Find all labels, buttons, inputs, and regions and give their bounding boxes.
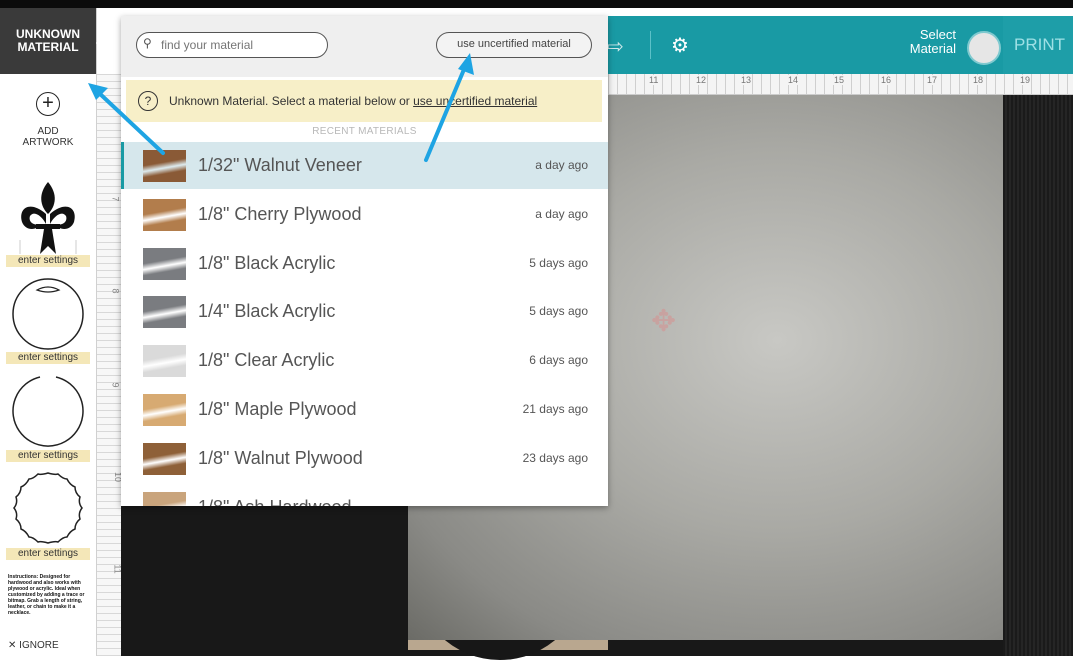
enter-settings-1[interactable]: enter settings <box>6 255 90 267</box>
material-last-used: a day ago <box>535 158 588 172</box>
notice-message: Unknown Material. Select a material belo… <box>169 94 414 108</box>
ruler-left-label: 8 <box>110 288 121 294</box>
material-name: 1/8" Walnut Plywood <box>198 448 363 468</box>
add-artwork-label-1: ADD <box>37 126 59 137</box>
scalloped-circle-icon <box>13 472 83 544</box>
question-icon: ? <box>138 91 158 111</box>
material-row[interactable]: 1/8" Walnut Plywood 23 days ago <box>121 435 608 482</box>
material-row[interactable]: 1/32" Walnut Veneer a day ago <box>121 142 608 189</box>
toolbar-divider <box>650 31 651 59</box>
material-swatch <box>143 345 186 377</box>
plus-circle-icon: + <box>36 92 60 116</box>
gear-icon[interactable]: ⚙ <box>671 33 689 58</box>
material-last-used: 6 days ago <box>529 353 588 367</box>
material-row[interactable]: 1/8" Black Acrylic 5 days ago <box>121 240 608 287</box>
ruler-top-label: 18 <box>972 75 985 85</box>
artwork-thumb-fleur[interactable] <box>6 174 90 262</box>
ruler-top-label: 17 <box>926 75 939 85</box>
laser-crosshair-icon: ✥ <box>651 305 677 338</box>
material-swatch <box>143 296 186 328</box>
material-swatch <box>143 248 186 280</box>
material-swatch <box>143 492 186 506</box>
ruler-left-label: 9 <box>110 382 121 388</box>
artwork-thumb-circle-slot[interactable] <box>6 270 90 358</box>
artwork-thumb-circle[interactable] <box>6 367 90 455</box>
material-row[interactable]: 1/8" Maple Plywood 21 days ago <box>121 386 608 433</box>
window-top-strip <box>0 0 1073 8</box>
material-swatch <box>143 394 186 426</box>
ruler-left-label: 7 <box>110 196 121 202</box>
material-tab-line-2: MATERIAL <box>17 40 79 54</box>
ignore-label: IGNORE <box>19 640 59 651</box>
add-artwork-button[interactable]: + ADD ARTWORK <box>0 92 96 172</box>
ruler-top-label: 11 <box>648 75 660 85</box>
material-last-used: a day ago <box>535 207 588 221</box>
recent-materials-heading: RECENT MATERIALS <box>312 126 417 137</box>
ruler-top-label: 15 <box>833 75 846 85</box>
unknown-material-notice: ? Unknown Material. Select a material be… <box>126 80 602 122</box>
material-status-indicator[interactable] <box>967 31 1001 65</box>
select-material-line-2: Material <box>909 41 956 56</box>
close-icon: ✕ <box>8 640 17 651</box>
enter-settings-2[interactable]: enter settings <box>6 352 90 364</box>
ruler-top-label: 19 <box>1019 75 1032 85</box>
fleur-de-lis-icon <box>19 182 77 254</box>
material-name: 1/8" Maple Plywood <box>198 399 357 419</box>
artwork-instructions: Instructions: Designed for hardwood and … <box>8 574 85 616</box>
redo-icon[interactable]: ⇨ <box>607 34 624 59</box>
bed-honeycomb <box>1003 95 1073 656</box>
material-row[interactable]: 1/8" Clear Acrylic 6 days ago <box>121 337 608 384</box>
material-row[interactable]: 1/4" Black Acrylic 5 days ago <box>121 288 608 335</box>
unknown-material-tab[interactable]: UNKNOWN MATERIAL <box>0 8 105 74</box>
vertical-ruler: 7 8 9 10 11 <box>97 74 123 656</box>
select-material-label[interactable]: Select Material <box>880 28 956 56</box>
print-button[interactable]: PRINT <box>1003 16 1073 74</box>
use-uncertified-link[interactable]: use uncertified material <box>413 94 537 108</box>
material-row[interactable]: 1/8" Cherry Plywood a day ago <box>121 191 608 238</box>
artwork-thumb-scallop[interactable] <box>6 464 90 552</box>
ignore-button[interactable]: ✕ IGNORE <box>8 640 59 651</box>
ruler-top-label: 12 <box>695 75 708 85</box>
material-name: 1/8" Cherry Plywood <box>198 204 362 224</box>
use-uncertified-material-button[interactable]: use uncertified material <box>436 32 592 58</box>
material-name: 1/32" Walnut Veneer <box>198 155 362 175</box>
caret-icon <box>96 34 105 52</box>
material-search-input[interactable] <box>159 36 323 54</box>
notice-text: Unknown Material. Select a material belo… <box>169 94 537 108</box>
search-icon: ⚲ <box>143 36 152 50</box>
horizontal-ruler: 11 12 13 14 15 16 17 18 19 <box>608 74 1073 95</box>
enter-settings-4[interactable]: enter settings <box>6 548 90 560</box>
select-material-line-1: Select <box>919 27 956 42</box>
material-last-used: 21 days ago <box>522 402 588 416</box>
material-picker-panel: ⚲ use uncertified material ? Unknown Mat… <box>121 16 608 506</box>
material-swatch <box>143 443 186 475</box>
material-last-used: 5 days ago <box>529 304 588 318</box>
material-swatch <box>143 150 186 182</box>
circle-slot-shape-icon <box>12 278 84 350</box>
ruler-top-label: 14 <box>787 75 800 85</box>
material-last-used: 23 days ago <box>522 451 588 465</box>
add-artwork-label-2: ARTWORK <box>22 137 74 148</box>
enter-settings-3[interactable]: enter settings <box>6 450 90 462</box>
material-swatch <box>143 199 186 231</box>
circle-shape-icon <box>12 376 84 447</box>
ruler-top-label: 13 <box>740 75 753 85</box>
material-name: 1/8" Black Acrylic <box>198 253 336 273</box>
ruler-top-label: 16 <box>880 75 893 85</box>
material-name: 1/4" Black Acrylic <box>198 301 336 321</box>
material-row[interactable]: 1/8" Ash Hardwood <box>121 484 608 506</box>
material-search[interactable]: ⚲ <box>136 32 328 58</box>
material-last-used: 5 days ago <box>529 256 588 270</box>
material-name: 1/8" Ash Hardwood <box>198 497 351 506</box>
material-name: 1/8" Clear Acrylic <box>198 350 335 370</box>
